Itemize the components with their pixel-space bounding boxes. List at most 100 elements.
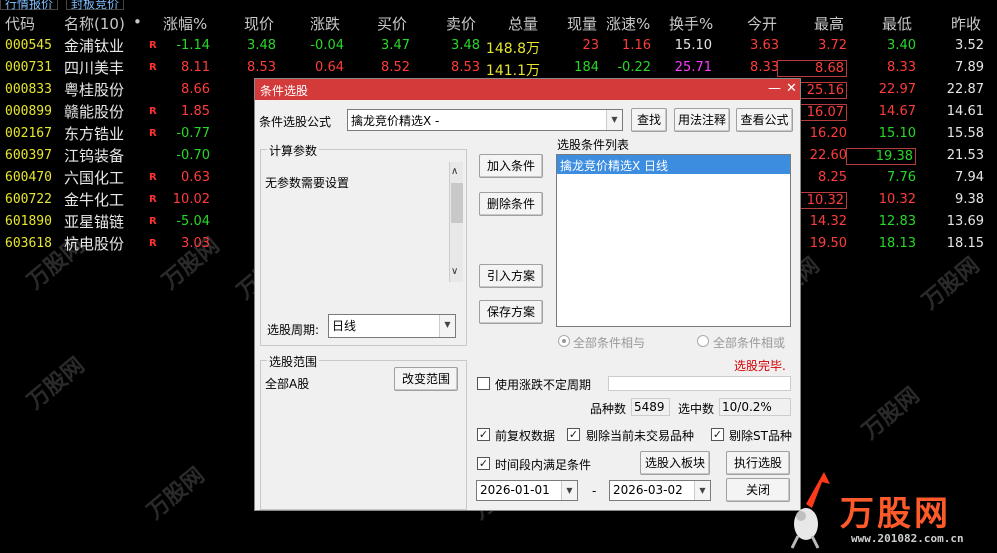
header-price[interactable]: 现价 [244, 13, 274, 34]
cell-diff: -0.04 [310, 38, 344, 53]
scroll-down-icon[interactable]: ∨ [451, 266, 458, 277]
cell-prev: 7.94 [955, 170, 984, 185]
header-volume[interactable]: 总量 [508, 13, 538, 34]
count-label: 品种数 [590, 402, 627, 416]
cell-prev: 7.89 [955, 60, 984, 75]
stock-code: 600470 [5, 170, 52, 185]
watermark-text: 万股网 [917, 253, 984, 315]
add-to-board-button[interactable]: 选股入板块 [640, 451, 710, 475]
header-speed[interactable]: 涨速% [606, 13, 650, 34]
chevron-down-icon[interactable]: ▼ [561, 481, 577, 500]
chevron-down-icon[interactable]: ▼ [694, 481, 710, 500]
cell-turn: 25.71 [674, 60, 712, 75]
period-select[interactable]: 日线 ▼ [328, 314, 456, 338]
stock-name: 亚星锚链 [64, 213, 125, 231]
params-group-title: 计算参数 [267, 142, 320, 159]
cell-chg-pct: 10.02 [172, 192, 210, 207]
stock-name: 杭电股份 [64, 235, 125, 253]
execute-screen-button[interactable]: 执行选股 [726, 451, 790, 475]
cell-prev: 13.69 [946, 214, 984, 229]
params-group: 计算参数 无参数需要设置 ∧ ∨ 选股周期: 日线 ▼ [260, 142, 467, 346]
cell-low: 12.83 [878, 214, 916, 229]
table-row[interactable]: 000545 金浦钛业 R -1.14 3.48 -0.04 3.47 3.48 148.8万 2… [0, 34, 997, 57]
stock-name: 粤桂股份 [64, 81, 125, 99]
formula-label: 条件选股公式 [259, 115, 332, 129]
radio-and[interactable] [558, 335, 570, 347]
radio-or-label: 全部条件相或 [713, 336, 786, 350]
header-prev-close[interactable]: 昨收 [951, 13, 981, 34]
header-turnover[interactable]: 换手% [669, 13, 713, 34]
date-to-picker[interactable]: 2026-03-02 ▼ [609, 480, 711, 501]
header-code[interactable]: 代码 [5, 13, 35, 34]
header-change-pct[interactable]: 涨幅% [163, 13, 207, 34]
cell-low: 22.97 [878, 82, 916, 97]
radio-or[interactable] [697, 335, 709, 347]
remove-st-checkbox[interactable]: ✓ [711, 428, 724, 441]
stock-code: 000731 [5, 60, 52, 75]
scroll-up-icon[interactable]: ∧ [451, 166, 458, 177]
cell-low: 10.32 [878, 192, 916, 207]
stock-code: 600397 [5, 148, 52, 163]
top-tabs: 行情报价 封板竞价 [0, 0, 997, 10]
header-low[interactable]: 最低 [882, 13, 912, 34]
remove-untraded-label: 剔除当前未交易品种 [586, 429, 695, 443]
condition-list-title: 选股条件列表 [557, 138, 630, 152]
view-formula-button[interactable]: 查看公式 [736, 108, 793, 132]
stock-name: 四川美丰 [64, 59, 125, 77]
params-scrollbar[interactable]: ∧ ∨ [449, 162, 463, 282]
cell-prev: 18.15 [946, 236, 984, 251]
time-range-label: 时间段内满足条件 [495, 458, 592, 472]
cell-bid: 8.52 [381, 60, 410, 75]
watermark-text: 万股网 [142, 463, 209, 525]
adjust-checkbox[interactable]: ✓ [477, 428, 490, 441]
delete-condition-button[interactable]: 删除条件 [479, 192, 543, 216]
date-from-picker[interactable]: 2026-01-01 ▼ [476, 480, 578, 501]
formula-select[interactable]: 擒龙竞价精选X - ▼ [347, 109, 623, 131]
use-period-checkbox[interactable] [477, 377, 490, 390]
cell-chg-pct: 1.85 [181, 104, 210, 119]
stock-name: 赣能股份 [64, 103, 125, 121]
add-condition-button[interactable]: 加入条件 [479, 154, 543, 178]
header-ask[interactable]: 卖价 [446, 13, 476, 34]
close-icon[interactable]: ✕ [786, 81, 797, 96]
period-range-input[interactable] [608, 376, 791, 391]
remove-untraded-checkbox[interactable]: ✓ [567, 428, 580, 441]
header-change[interactable]: 涨跌 [310, 13, 340, 34]
cell-low: 19.38 [846, 148, 916, 165]
change-range-button[interactable]: 改变范围 [394, 367, 458, 391]
stock-code: 600722 [5, 192, 52, 207]
tab-limit-up-auction[interactable]: 封板竞价 [66, 0, 125, 10]
chevron-down-icon[interactable]: ▼ [439, 315, 455, 337]
adjust-label: 前复权数据 [495, 429, 556, 443]
tab-quotes[interactable]: 行情报价 [0, 0, 59, 10]
cell-high: 3.72 [818, 38, 847, 53]
chevron-down-icon[interactable]: ▼ [606, 110, 622, 130]
header-name[interactable]: 名称(10) [64, 13, 125, 34]
header-open[interactable]: 今开 [747, 13, 777, 34]
condition-list[interactable]: 擒龙竞价精选X 日线 [556, 154, 791, 327]
cell-low: 7.76 [887, 170, 916, 185]
scroll-thumb[interactable] [451, 183, 463, 223]
header-current-vol[interactable]: 现量 [567, 13, 597, 34]
close-button[interactable]: 关闭 [726, 478, 790, 502]
table-row[interactable]: 000731 四川美丰 R 8.11 8.53 0.64 8.52 8.53 141.1万 184… [0, 56, 997, 79]
cell-chg-pct: 8.11 [181, 60, 210, 75]
quote-table-header: 代码 名称(10) • 涨幅% 现价 涨跌 买价 卖价 总量 现量 涨速% 换手… [0, 11, 997, 33]
stock-code: 601890 [5, 214, 52, 229]
date-to-value: 2026-03-02 [613, 483, 683, 497]
minimize-icon[interactable]: — [768, 81, 781, 96]
header-high[interactable]: 最高 [814, 13, 844, 34]
cell-prev: 22.87 [946, 82, 984, 97]
range-group-title: 选股范围 [267, 353, 320, 370]
time-range-checkbox[interactable]: ✓ [477, 457, 490, 470]
save-scheme-button[interactable]: 保存方案 [479, 300, 543, 324]
header-bid[interactable]: 买价 [377, 13, 407, 34]
usage-notes-button[interactable]: 用法注释 [674, 108, 730, 132]
find-button[interactable]: 查找 [631, 108, 667, 132]
import-scheme-button[interactable]: 引入方案 [479, 264, 543, 288]
cell-open: 3.63 [750, 38, 779, 53]
date-separator: - [592, 484, 597, 498]
status-text: 选股完毕. [734, 359, 786, 373]
cell-diff: 0.64 [315, 60, 344, 75]
condition-list-item[interactable]: 擒龙竞价精选X 日线 [557, 155, 790, 174]
